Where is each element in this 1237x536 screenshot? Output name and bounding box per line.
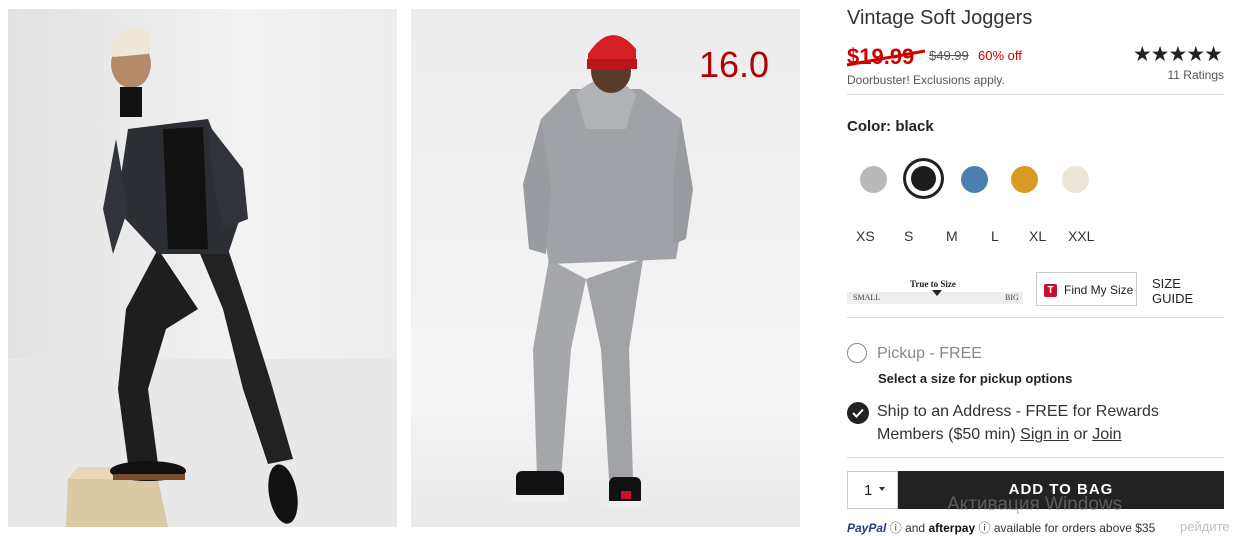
size-m[interactable]: M — [946, 228, 958, 244]
ship-min-text: Members ($50 min) — [877, 426, 1016, 443]
pickup-note: Select a size for pickup options — [878, 371, 1073, 386]
size-l[interactable]: L — [991, 228, 999, 244]
image-overlay-number: 16.0 — [699, 44, 770, 85]
fit-small-label: SMALL — [853, 293, 881, 302]
product-image-front[interactable] — [8, 9, 397, 527]
discount-label: 60% off — [978, 48, 1022, 63]
size-xs[interactable]: XS — [856, 228, 875, 244]
size-xl[interactable]: XL — [1029, 228, 1046, 244]
info-icon[interactable]: ⓘ — [978, 521, 990, 535]
fit-big-label: BIG — [1005, 293, 1019, 302]
original-price: $49.99 — [929, 48, 969, 63]
swatch-black-selected[interactable] — [911, 166, 936, 191]
ship-to-address-label[interactable]: Ship to an Address - FREE for Rewards — [877, 403, 1159, 421]
pickup-label[interactable]: Pickup - FREE — [877, 345, 982, 363]
chevron-down-icon — [879, 487, 885, 491]
payment-options: PayPal ⓘ and afterpay ⓘ available for or… — [847, 519, 1155, 536]
size-s[interactable]: S — [904, 228, 913, 244]
find-my-size-button[interactable]: T Find My Size — [1036, 272, 1137, 306]
info-icon[interactable]: ⓘ — [890, 521, 902, 535]
size-guide-link[interactable]: SIZE GUIDE — [1152, 276, 1224, 306]
true-fit-logo-icon: T — [1044, 284, 1057, 297]
rating-stars-icon[interactable]: ★★★★★ — [1133, 42, 1223, 67]
find-my-size-label: Find My Size — [1064, 283, 1134, 297]
divider — [847, 317, 1224, 318]
ratings-count[interactable]: 11 Ratings — [1168, 68, 1224, 82]
size-xxl[interactable]: XXL — [1068, 228, 1094, 244]
fit-indicator-icon — [932, 290, 942, 296]
ship-to-address-sub: Members ($50 min) Sign in or Join — [877, 426, 1122, 444]
pickup-radio[interactable] — [847, 343, 867, 363]
payment-note: available for orders above $35 — [993, 521, 1156, 535]
quantity-value: 1 — [864, 482, 873, 499]
windows-activation-watermark: Активация Windows — [947, 494, 1123, 515]
fit-label: True to Size — [910, 279, 956, 289]
swatch-blue[interactable] — [961, 166, 988, 193]
color-label: Color: black — [847, 118, 934, 135]
and-text: and — [905, 521, 926, 535]
windows-activation-watermark-sub: рейдите — [1180, 519, 1230, 534]
product-image-back[interactable] — [411, 9, 800, 527]
divider — [847, 457, 1224, 458]
or-text: or — [1073, 426, 1088, 443]
promo-note: Doorbuster! Exclusions apply. — [847, 73, 1005, 87]
paypal-logo: PayPal — [847, 521, 887, 535]
product-title: Vintage Soft Joggers — [847, 7, 1033, 29]
swatch-cream[interactable] — [1062, 166, 1089, 193]
ship-selected-check-icon[interactable] — [847, 402, 869, 424]
price-strike-mark — [846, 49, 926, 67]
join-link[interactable]: Join — [1092, 426, 1121, 443]
swatch-gold[interactable] — [1011, 166, 1038, 193]
swatch-grey[interactable] — [860, 166, 887, 193]
quantity-select[interactable]: 1 — [847, 471, 898, 509]
afterpay-logo: afterpay — [928, 521, 976, 535]
sign-in-link[interactable]: Sign in — [1020, 426, 1069, 443]
divider — [847, 94, 1224, 95]
